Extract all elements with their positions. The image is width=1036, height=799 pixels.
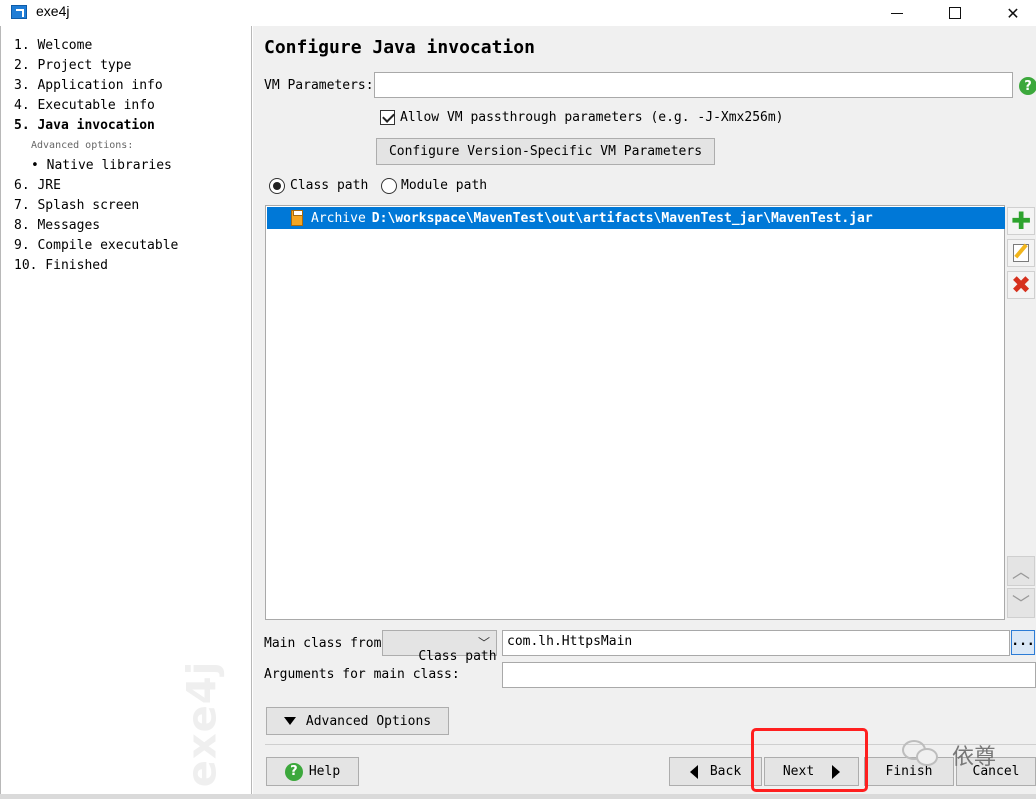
arguments-input[interactable]: [502, 662, 1036, 688]
back-arrow-icon: [689, 764, 698, 779]
next-highlight-box: [751, 728, 868, 792]
minimize-button[interactable]: [874, 0, 920, 26]
content-panel: Configure Java invocation VM Parameters:…: [253, 26, 1036, 799]
allow-passthrough-checkbox[interactable]: [380, 110, 395, 125]
modulepath-radio[interactable]: [381, 178, 397, 194]
back-button[interactable]: Back: [669, 757, 762, 786]
browse-main-class-button[interactable]: ...: [1011, 630, 1035, 655]
advanced-options-caption: Advanced options:: [31, 140, 134, 151]
add-entry-button[interactable]: ✚: [1007, 207, 1035, 235]
allow-passthrough-label: Allow VM passthrough parameters (e.g. -J…: [400, 110, 784, 125]
delete-entry-button[interactable]: ✖: [1007, 271, 1035, 299]
chevron-down-icon: ﹀: [477, 636, 490, 650]
step-native-libraries[interactable]: • Native libraries: [31, 158, 172, 173]
delete-icon: ✖: [1010, 271, 1032, 299]
list-item[interactable]: Archive D:\workspace\MavenTest\out\artif…: [267, 207, 1005, 229]
page-title: Configure Java invocation: [264, 37, 535, 58]
window-title: exe4j: [36, 3, 70, 19]
maximize-icon: [949, 7, 961, 19]
step-application-info[interactable]: 3. Application info: [14, 78, 163, 93]
help-button-label: Help: [308, 764, 341, 779]
close-icon: ✕: [1006, 3, 1020, 23]
main-class-source-select[interactable]: Class path ﹀: [382, 630, 497, 664]
add-icon: ✚: [1010, 207, 1032, 235]
main-class-source-value: Class path: [418, 649, 497, 664]
step-finished[interactable]: 10. Finished: [14, 258, 108, 273]
watermark-text: 依尊: [952, 745, 997, 770]
vm-parameters-label: VM Parameters:: [264, 78, 374, 93]
edit-icon: [1013, 244, 1029, 262]
advanced-options-label: Advanced Options: [305, 713, 432, 729]
classpath-list[interactable]: Archive D:\workspace\MavenTest\out\artif…: [265, 205, 1005, 620]
classpath-radio-label: Class path: [290, 178, 369, 193]
modulepath-radio-label: Module path: [401, 178, 488, 193]
close-button[interactable]: ✕: [990, 0, 1036, 26]
step-welcome[interactable]: 1. Welcome: [14, 38, 92, 53]
brand-text: exe4j: [179, 660, 226, 788]
help-icon[interactable]: ?: [1019, 77, 1036, 95]
back-button-label: Back: [709, 764, 742, 779]
main-class-input[interactable]: com.lh.HttpsMain: [502, 630, 1010, 656]
move-up-button[interactable]: ︿: [1007, 556, 1035, 586]
triangle-down-icon: [283, 717, 296, 725]
arguments-label: Arguments for main class:: [264, 667, 460, 682]
configure-version-vm-button[interactable]: Configure Version-Specific VM Parameters: [376, 138, 715, 165]
help-icon: ?: [284, 762, 303, 781]
app-icon: [11, 5, 27, 19]
main-class-from-label: Main class from: [264, 636, 382, 651]
advanced-options-button[interactable]: Advanced Options: [266, 707, 449, 735]
classpath-radio[interactable]: [269, 178, 285, 194]
step-splash-screen[interactable]: 7. Splash screen: [14, 198, 139, 213]
title-bar: exe4j ✕: [0, 0, 1036, 26]
step-messages[interactable]: 8. Messages: [14, 218, 100, 233]
bottom-edge: [0, 794, 1036, 799]
step-java-invocation[interactable]: 5. Java invocation: [14, 118, 155, 133]
minimize-icon: [891, 12, 903, 14]
entry-kind: Archive: [311, 210, 366, 226]
maximize-button[interactable]: [932, 0, 978, 26]
move-down-button[interactable]: ﹀: [1007, 588, 1035, 618]
chat-bubbles-icon: [902, 740, 940, 766]
help-button[interactable]: ? Help: [266, 757, 359, 786]
move-down-icon: ﹀: [1012, 594, 1030, 615]
wizard-steps-panel: 1. Welcome 2. Project type 3. Applicatio…: [0, 26, 252, 799]
brand-logo: exe4j: [179, 651, 247, 799]
step-executable-info[interactable]: 4. Executable info: [14, 98, 155, 113]
step-compile-executable[interactable]: 9. Compile executable: [14, 238, 178, 253]
vm-parameters-input[interactable]: [374, 72, 1013, 98]
jar-archive-icon: [291, 210, 303, 226]
move-up-icon: ︿: [1012, 562, 1030, 583]
watermark: 依尊: [902, 736, 1022, 772]
edit-entry-button[interactable]: [1007, 239, 1035, 267]
step-project-type[interactable]: 2. Project type: [14, 58, 131, 73]
step-jre[interactable]: 6. JRE: [14, 178, 61, 193]
entry-path: D:\workspace\MavenTest\out\artifacts\Mav…: [371, 210, 873, 226]
